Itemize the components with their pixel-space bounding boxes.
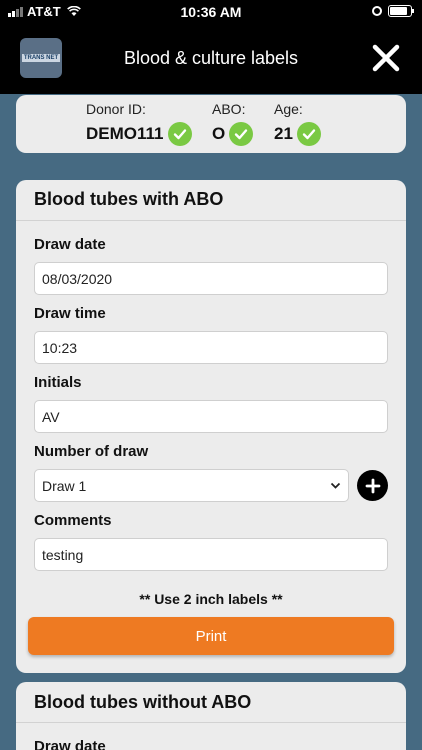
- status-time: 10:36 AM: [180, 4, 242, 20]
- draw-date-label: Draw date: [34, 236, 106, 253]
- draw-date-field[interactable]: 08/03/2020: [34, 262, 388, 295]
- number-of-draw-select[interactable]: Draw 1: [34, 469, 349, 502]
- status-bar: AT&T 10:36 AM: [0, 0, 422, 24]
- age-text: 21: [274, 124, 293, 143]
- close-icon[interactable]: [372, 44, 400, 72]
- page-title: Blood & culture labels: [123, 48, 299, 68]
- abo-text: O: [212, 124, 226, 143]
- label-size-note: ** Use 2 inch labels **: [139, 591, 283, 607]
- donor-id-label: Donor ID:: [86, 101, 146, 117]
- blood-tubes-with-abo-card: Blood tubes with ABO Draw date 08/03/202…: [16, 180, 406, 673]
- initials-field[interactable]: AV: [34, 400, 388, 433]
- number-of-draw-value: Draw 1: [42, 477, 87, 494]
- card-title: Blood tubes without ABO: [34, 692, 252, 712]
- abo-value: O: [212, 122, 254, 146]
- initials-label: Initials: [34, 374, 82, 391]
- number-of-draw-label: Number of draw: [34, 443, 149, 460]
- draw-date-label: Draw date: [34, 738, 106, 750]
- draw-time-label: Draw time: [34, 305, 106, 322]
- comments-label: Comments: [34, 512, 112, 529]
- donor-info-card: Donor ID: DEMO111 ABO: O Age: 21: [16, 95, 406, 153]
- orientation-lock-icon: [372, 6, 382, 16]
- battery-icon: [388, 5, 414, 17]
- abo-label: ABO:: [212, 101, 246, 117]
- plus-icon: [365, 478, 380, 493]
- donor-id-value: DEMO111: [86, 122, 192, 146]
- donor-id-text: DEMO111: [86, 124, 164, 143]
- card-title: Blood tubes with ABO: [34, 189, 224, 209]
- print-button[interactable]: Print: [28, 617, 394, 655]
- divider: [16, 220, 406, 221]
- divider: [16, 722, 406, 723]
- chevron-down-icon: [330, 482, 341, 489]
- check-icon: [167, 122, 192, 146]
- app-header: TRANS NET Blood & culture labels: [0, 24, 422, 94]
- status-right: [372, 5, 414, 17]
- draw-time-field[interactable]: 10:23: [34, 331, 388, 364]
- comments-field[interactable]: testing: [34, 538, 388, 571]
- age-value: 21: [274, 122, 321, 146]
- add-draw-button[interactable]: [357, 470, 388, 501]
- check-icon: [229, 122, 254, 146]
- check-icon: [296, 122, 321, 146]
- blood-tubes-without-abo-card: Blood tubes without ABO Draw date: [16, 682, 406, 750]
- age-label: Age:: [274, 101, 303, 117]
